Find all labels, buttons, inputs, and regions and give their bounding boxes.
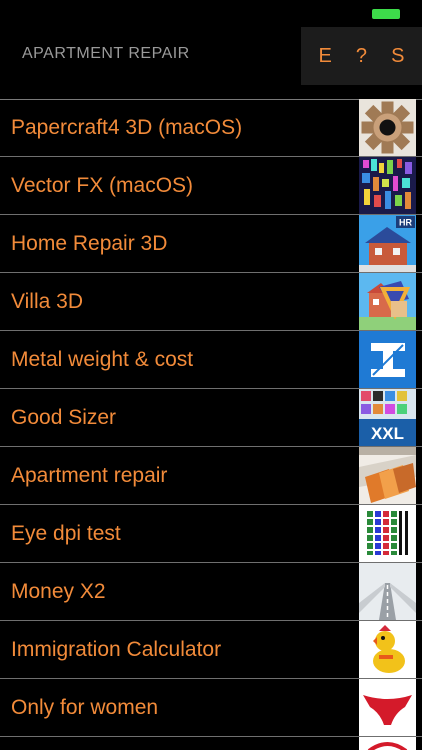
list-item-label: Immigration Calculator bbox=[11, 638, 222, 661]
s-button[interactable]: S bbox=[383, 45, 413, 68]
header-buttons: E ? S bbox=[301, 27, 422, 85]
list-item[interactable]: Immigration Calculator bbox=[0, 621, 422, 679]
xxl-badge: XXL bbox=[371, 424, 404, 443]
list-item[interactable]: Villa 3D bbox=[0, 273, 422, 331]
apartment-repair-icon bbox=[359, 447, 416, 504]
list-item-label: Villa 3D bbox=[11, 290, 83, 313]
list-item[interactable]: Good Sizer XXL bbox=[0, 389, 422, 447]
app-list: Papercraft4 3D (macOS) Vector FX (macOS)… bbox=[0, 99, 422, 750]
list-item[interactable]: Vector FX (macOS) bbox=[0, 157, 422, 215]
help-button[interactable]: ? bbox=[346, 45, 376, 68]
list-item[interactable]: Only for women bbox=[0, 679, 422, 737]
e-button[interactable]: E bbox=[310, 45, 340, 68]
list-item[interactable]: Metal weight & cost bbox=[0, 331, 422, 389]
list-item bbox=[0, 737, 422, 750]
list-item-label: Papercraft4 3D (macOS) bbox=[11, 116, 243, 139]
header: APARTMENT REPAIR E ? S bbox=[0, 27, 422, 85]
list-item-label: Money X2 bbox=[11, 580, 106, 603]
list-item[interactable]: Papercraft4 3D (macOS) bbox=[0, 99, 422, 157]
hr-badge: HR bbox=[399, 218, 412, 228]
list-item-label: Apartment repair bbox=[11, 464, 168, 487]
list-item[interactable]: Eye dpi test bbox=[0, 505, 422, 563]
list-item[interactable]: Money X2 bbox=[0, 563, 422, 621]
list-item-label: Eye dpi test bbox=[11, 522, 121, 545]
villa-house-icon bbox=[359, 273, 416, 330]
home-repair-house-icon: HR bbox=[359, 215, 416, 272]
list-item-label: Vector FX (macOS) bbox=[11, 174, 194, 197]
papercraft-gear-icon bbox=[359, 99, 416, 156]
eye-dpi-test-icon bbox=[359, 505, 416, 562]
list-item-label: Only for women bbox=[11, 696, 159, 719]
status-bar bbox=[0, 0, 422, 28]
page-title: APARTMENT REPAIR bbox=[22, 45, 190, 62]
i-beam-icon bbox=[359, 331, 416, 388]
list-item[interactable]: Apartment repair bbox=[0, 447, 422, 505]
list-item-label: Metal weight & cost bbox=[11, 348, 194, 371]
immigration-duck-icon bbox=[359, 621, 416, 678]
money-x2-road-icon bbox=[359, 563, 416, 620]
only-for-women-icon bbox=[359, 679, 416, 736]
vector-fx-icon bbox=[359, 157, 416, 214]
partial-icon bbox=[359, 737, 416, 750]
list-item-label: Good Sizer bbox=[11, 406, 117, 429]
list-item-label: Home Repair 3D bbox=[11, 232, 168, 255]
battery-icon bbox=[372, 9, 400, 19]
list-item[interactable]: Home Repair 3D HR bbox=[0, 215, 422, 273]
good-sizer-xxl-icon: XXL bbox=[359, 389, 416, 446]
